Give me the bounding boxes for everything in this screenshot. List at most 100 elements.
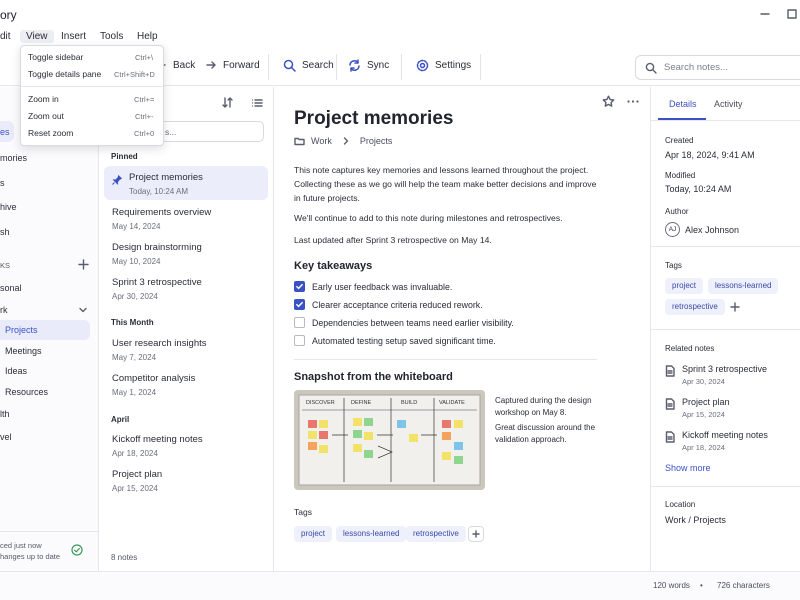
list-view-icon[interactable] [251,97,263,109]
tag-chip[interactable]: retrospective [665,299,725,315]
breadcrumb-work[interactable]: Work [311,136,332,146]
divider [294,359,597,360]
chevron-right-icon [343,137,349,145]
sidebar-item-work[interactable]: rk [0,305,8,315]
image-caption: Captured during the design workshop on M… [495,396,592,417]
document-icon [665,365,675,377]
menu-view[interactable]: View [20,30,54,43]
tag-chip[interactable]: project [294,526,333,542]
sidebar-item-archive[interactable]: hive [0,202,17,212]
tag-chip[interactable]: lessons-learned [336,526,407,542]
show-more-link[interactable]: Show more [665,463,711,473]
add-tag-icon[interactable] [730,302,740,312]
created-label: Created [665,136,694,145]
menu-item-reset-zoom[interactable]: Reset zoom [28,128,73,138]
heading-key-takeaways: Key takeaways [294,260,373,272]
menu-insert[interactable]: Insert [55,30,92,43]
sync-status-line2: hanges up to date [0,552,61,561]
tab-details[interactable]: Details [669,99,697,109]
whiteboard-label: DISCOVER [306,400,335,406]
minimize-icon[interactable] [758,7,772,21]
menu-item-toggle-sidebar[interactable]: Toggle sidebar [28,52,83,62]
breadcrumb: Work Projects [294,136,392,146]
note-date: May 10, 2024 [112,257,161,266]
whiteboard-label: BUILD [401,400,418,406]
settings-button[interactable]: Settings [416,59,471,72]
toolbar-divider [268,54,269,80]
filter-notes-input[interactable]: s... [160,121,264,142]
note-item[interactable]: Project plan Apr 15, 2024 [104,463,268,497]
checklist-item[interactable]: Clearer acceptance criteria reduced rewo… [294,299,483,310]
note-item-project-memories[interactable]: Project memories Today, 10:24 AM [104,166,268,200]
tab-activity[interactable]: Activity [714,99,743,109]
gear-icon [416,59,429,72]
checkbox-checked[interactable] [294,299,305,310]
status-separator: • [700,581,703,590]
section-heading-pinned: Pinned [111,152,138,161]
author-name: Alex Johnson [685,225,740,235]
note-paragraph: This note captures key memories and less… [294,165,597,203]
menu-help[interactable]: Help [131,30,164,43]
note-item[interactable]: Sprint 3 retrospective Apr 30, 2024 [104,271,268,305]
add-tag-button[interactable] [468,526,484,542]
note-title: Project memories [129,172,203,183]
toolbar-divider [401,54,402,80]
sidebar-item-resources[interactable]: Resources [5,387,48,397]
sidebar-item-health[interactable]: lth [0,409,10,419]
checkbox-checked[interactable] [294,281,305,292]
sidebar-item-projects[interactable]: Projects [5,325,38,335]
checklist-item[interactable]: Early user feedback was invaluable. [294,281,452,292]
note-title: Design brainstorming [112,242,202,253]
sidebar-item-personal[interactable]: sonal [0,283,22,293]
more-options-icon[interactable] [626,95,640,108]
note-item[interactable]: Kickoff meeting notes Apr 18, 2024 [104,428,268,462]
details-tags-label: Tags [665,261,682,270]
whiteboard-photo[interactable]: DISCOVER DEFINE BUILD VALIDATE [294,390,485,490]
maximize-icon[interactable] [785,7,799,21]
menu-item-zoom-out[interactable]: Zoom out [28,111,64,121]
menu-item-zoom-in[interactable]: Zoom in [28,94,59,104]
menu-tools[interactable]: Tools [94,30,129,43]
note-title: Requirements overview [112,207,212,218]
sidebar-item-trash[interactable]: sh [0,227,10,237]
sidebar-item-notes[interactable]: es [0,127,10,137]
checkbox-unchecked[interactable] [294,317,305,328]
note-item[interactable]: Requirements overview May 14, 2024 [104,201,268,235]
chevron-down-icon[interactable] [78,305,88,315]
sidebar-item-meetings[interactable]: Meetings [5,346,42,356]
shortcut: Ctrl+Shift+D [114,70,155,79]
search-button[interactable]: Search [283,59,334,72]
add-notebook-icon[interactable] [78,259,89,270]
search-input[interactable] [664,62,800,73]
note-item[interactable]: Competitor analysis May 1, 2024 [104,367,268,401]
menu-edit[interactable]: dit [0,30,17,43]
breadcrumb-projects[interactable]: Projects [360,136,393,146]
checklist-item[interactable]: Automated testing setup saved significan… [294,335,496,346]
sidebar-item-memories[interactable]: mories [0,153,27,163]
sync-status-line1: ced just now [0,541,42,550]
tag-chip[interactable]: lessons-learned [708,278,779,294]
sidebar-item-travel[interactable]: vel [0,432,12,442]
note-item[interactable]: Design brainstorming May 10, 2024 [104,236,268,270]
page-title[interactable]: Project memories [294,108,453,130]
search-box[interactable] [635,55,800,80]
sync-button[interactable]: Sync [348,59,389,72]
star-icon[interactable] [602,95,615,108]
note-date: Today, 10:24 AM [129,187,188,196]
checklist-item[interactable]: Dependencies between teams need earlier … [294,317,514,328]
sidebar-item-ideas[interactable]: Ideas [5,366,27,376]
toolbar-divider [480,54,481,80]
notes-count: 8 notes [111,553,138,562]
divider [650,329,800,330]
tag-chip[interactable]: retrospective [406,526,466,542]
checkbox-unchecked[interactable] [294,335,305,346]
modified-value: Today, 10:24 AM [665,184,732,194]
note-editor[interactable] [275,87,649,571]
forward-button[interactable]: Forward [205,59,260,71]
tag-chip[interactable]: project [665,278,704,294]
sort-icon[interactable] [221,96,234,109]
sidebar-item-tags[interactable]: s [0,178,5,188]
note-item[interactable]: User research insights May 7, 2024 [104,332,268,366]
menu-item-toggle-details-pane[interactable]: Toggle details pane [28,69,101,79]
modified-label: Modified [665,171,696,180]
